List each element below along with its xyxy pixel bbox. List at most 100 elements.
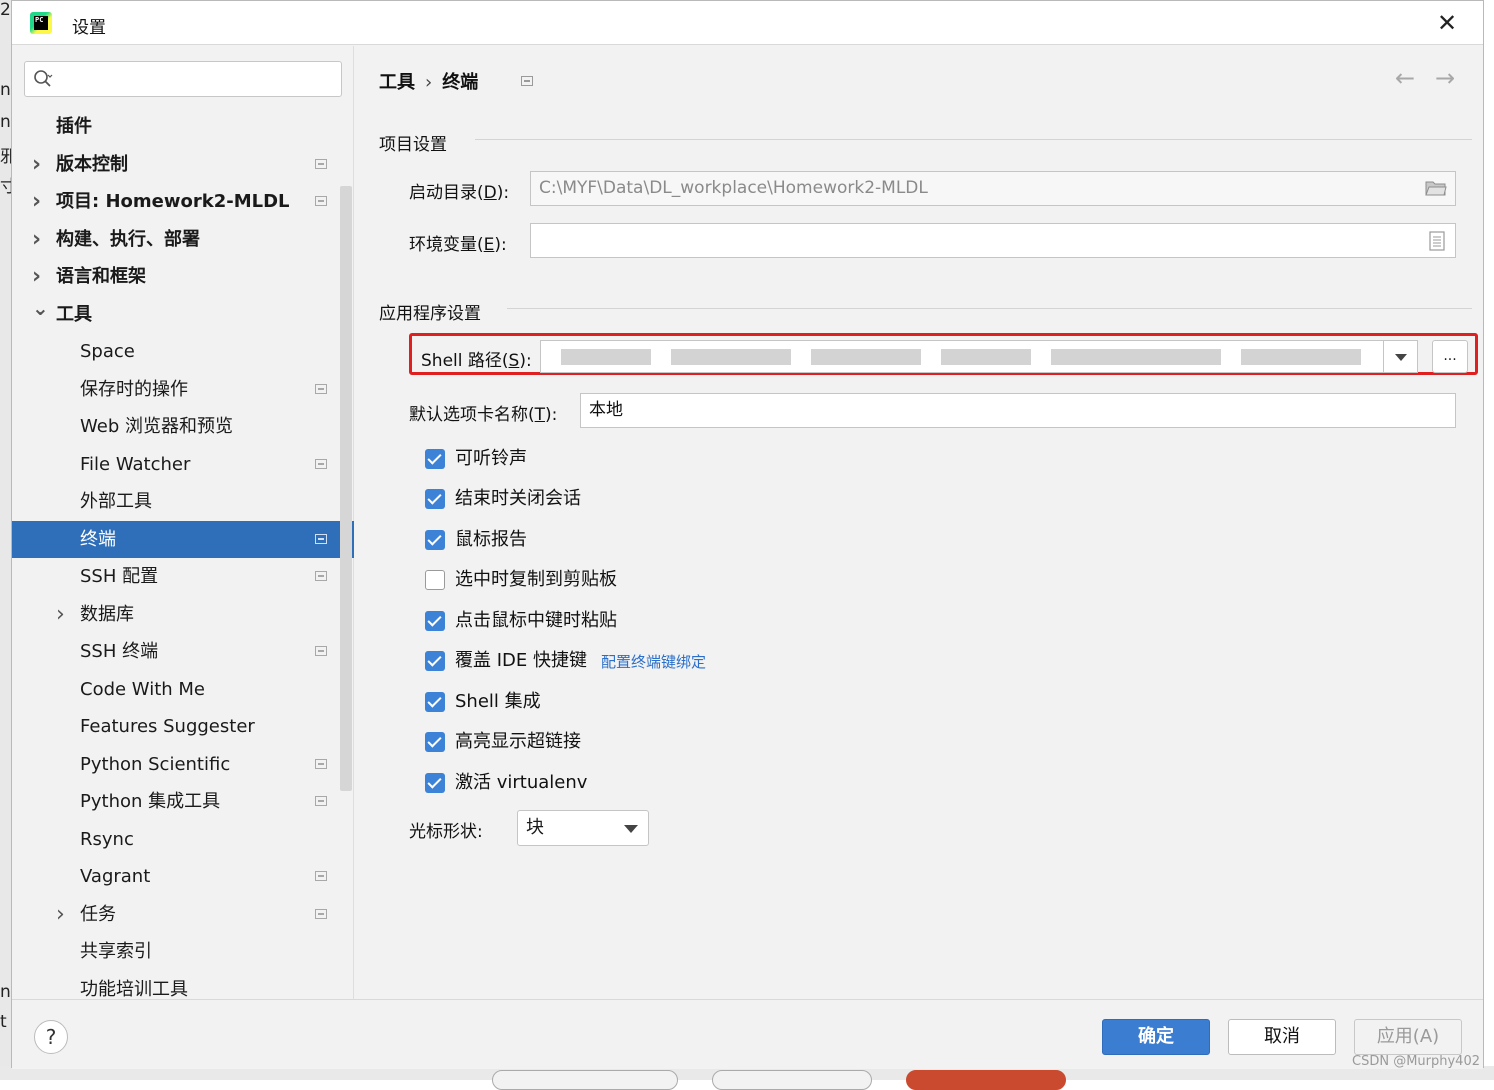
sidebar-item-label: SSH 终端 (80, 641, 159, 662)
shell-path-label: Shell 路径(S): (421, 351, 532, 371)
start-dir-value: C:\MYF\Data\DL_workplace\Homework2-MLDL (539, 178, 928, 198)
sidebar-item-label: 数据库 (80, 603, 134, 625)
chevron-right-icon[interactable]: › (32, 146, 46, 184)
sidebar-item-label: 构建、执行、部署 (56, 228, 200, 250)
sidebar-item[interactable]: Python Scientific (12, 746, 342, 784)
sidebar-item-label: Code With Me (80, 678, 205, 700)
search-input[interactable] (24, 61, 342, 97)
redacted-text (941, 349, 1031, 365)
checkbox-label: Shell 集成 (455, 691, 541, 712)
sidebar-item-label: File Watcher (80, 453, 191, 475)
sidebar-item[interactable]: › 项目: Homework2-MLDL (12, 183, 342, 221)
project-scope-icon (315, 383, 327, 394)
checkbox-label: 激活 virtualenv (455, 772, 588, 793)
shell-path-dropdown[interactable] (1383, 341, 1417, 372)
sidebar-item-label: 语言和框架 (56, 266, 146, 287)
sidebar-item[interactable]: Features Suggester (12, 708, 342, 746)
chevron-right-icon[interactable]: › (56, 596, 70, 634)
sidebar-item[interactable]: Python 集成工具 (12, 783, 342, 821)
sidebar-item-label: 共享索引 (80, 941, 152, 962)
project-scope-icon (315, 458, 327, 469)
sidebar-item-label: Space (80, 341, 135, 362)
cursor-shape-select[interactable]: 块 (517, 810, 649, 846)
project-scope-icon (315, 196, 327, 206)
settings-main-panel: 工具 › 终端 ← → 项目设置 启动目录(D): C:\MYF\Data\DL_w… (355, 46, 1483, 999)
sidebar-item[interactable]: Space (12, 333, 342, 371)
sidebar-item-label: 插件 (56, 116, 92, 137)
forward-arrow-icon[interactable]: → (1435, 64, 1455, 92)
document-icon[interactable] (1429, 231, 1445, 251)
project-scope-icon (315, 158, 327, 169)
checkbox[interactable] (425, 732, 445, 752)
sidebar-item[interactable]: Code With Me (12, 671, 342, 709)
env-vars-field[interactable] (530, 223, 1456, 258)
sidebar-item[interactable]: File Watcher (12, 446, 342, 484)
sidebar-item[interactable]: › 构建、执行、部署 (12, 221, 342, 259)
sidebar-item[interactable]: 共享索引 (12, 933, 342, 971)
sidebar-item[interactable]: Rsync (12, 821, 342, 859)
sidebar-item-label: Vagrant (80, 866, 151, 887)
sidebar-item-label: Python 集成工具 (80, 791, 221, 812)
watermark: CSDN @Murphy402 (1352, 1054, 1480, 1069)
checkbox-label: 选中时复制到剪贴板 (455, 569, 617, 590)
sidebar-item[interactable]: › 任务 (12, 896, 342, 934)
shell-path-field[interactable] (540, 340, 1418, 373)
apply-button[interactable]: 应用(A) (1354, 1019, 1462, 1055)
background-tab (712, 1070, 872, 1090)
sidebar-item[interactable]: SSH 配置 (12, 558, 342, 596)
checkbox[interactable] (425, 570, 445, 590)
redacted-text (561, 349, 651, 365)
sidebar-item[interactable]: 终端 (12, 520, 354, 558)
sidebar-item[interactable]: › 版本控制 (12, 146, 342, 184)
checkbox[interactable] (425, 489, 445, 509)
sidebar-item[interactable]: SSH 终端 (12, 633, 342, 671)
chevron-right-icon[interactable]: › (56, 896, 70, 934)
start-dir-field[interactable]: C:\MYF\Data\DL_workplace\Homework2-MLDL (530, 171, 1456, 206)
browse-button[interactable]: ... (1432, 340, 1468, 373)
chevron-down-icon[interactable]: ⌄ (32, 290, 49, 328)
sidebar-item[interactable]: 插件 (12, 108, 342, 146)
checkbox[interactable] (425, 692, 445, 712)
ok-button[interactable]: 确定 (1102, 1019, 1210, 1055)
sidebar-item-label: 外部工具 (80, 491, 152, 512)
background-tab (906, 1070, 1066, 1090)
pycharm-app-icon: PC (30, 12, 52, 34)
project-scope-icon (315, 646, 327, 656)
checkbox[interactable] (425, 530, 445, 550)
breadcrumb-separator: › (425, 72, 433, 93)
sidebar-item-label: Rsync (80, 828, 134, 850)
sidebar-item[interactable]: 外部工具 (12, 483, 342, 521)
folder-icon[interactable] (1425, 180, 1447, 197)
section-divider (475, 139, 1472, 140)
project-settings-title: 项目设置 (379, 135, 447, 155)
sidebar-item[interactable]: Vagrant (12, 858, 342, 896)
sidebar-item[interactable]: › 语言和框架 (12, 258, 342, 296)
close-button[interactable]: ✕ (1433, 9, 1461, 37)
cancel-button[interactable]: 取消 (1228, 1019, 1336, 1055)
tab-name-field[interactable]: 本地 (580, 393, 1456, 428)
sidebar-item[interactable]: ⌄ 工具 (12, 296, 342, 334)
app-settings-title: 应用程序设置 (379, 304, 481, 324)
dialog-footer: ? 确定 取消 应用(A) (12, 999, 1483, 1069)
sidebar-item-label: 项目: Homework2-MLDL (56, 191, 290, 212)
sidebar-item[interactable]: › 数据库 (12, 596, 342, 634)
project-scope-icon (315, 758, 327, 769)
breadcrumb: 工具 › 终端 (379, 68, 478, 94)
breadcrumb-parent[interactable]: 工具 (379, 72, 415, 93)
sidebar-item[interactable]: Web 浏览器和预览 (12, 408, 342, 446)
checkbox[interactable] (425, 449, 445, 469)
checkbox[interactable] (425, 651, 445, 671)
checkbox-label: 覆盖 IDE 快捷键 (455, 650, 587, 671)
sidebar-item[interactable]: 保存时的操作 (12, 371, 342, 409)
checkbox[interactable] (425, 611, 445, 631)
checkbox[interactable] (425, 773, 445, 793)
chevron-right-icon[interactable]: › (32, 221, 46, 259)
sidebar-scrollbar[interactable] (340, 186, 352, 791)
dialog-title: 设置 (72, 18, 106, 38)
sidebar-item-label: Features Suggester (80, 716, 255, 737)
help-button[interactable]: ? (34, 1020, 68, 1054)
chevron-right-icon[interactable]: › (32, 183, 46, 221)
back-arrow-icon[interactable]: ← (1395, 64, 1415, 92)
configure-keybinding-link[interactable]: 配置终端键绑定 (601, 651, 706, 672)
redacted-text (1051, 349, 1221, 365)
